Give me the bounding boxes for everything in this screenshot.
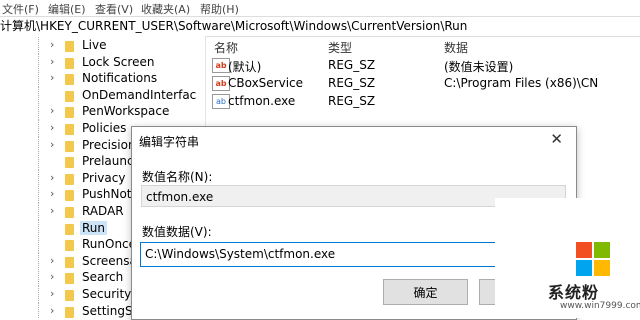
expand-chevron-icon[interactable]: › [50,121,54,134]
value-name: CBoxService [228,76,304,90]
tree-guide-line [38,153,40,171]
expand-chevron-icon[interactable]: › [50,171,54,184]
tree-guide-line [38,120,40,137]
tree-guide-line [38,302,40,318]
folder-icon [65,157,74,169]
tree-guide-line [38,203,40,220]
expand-chevron-icon[interactable]: › [50,270,54,283]
tree-guide-line [38,37,40,54]
menu-bar: 文件(F) 编辑(E) 查看(V) 收藏夹(A) 帮助(H) [0,0,640,17]
tree-item-label: PenWorkspace [82,104,170,119]
tree-guide-line [38,252,40,270]
tree-item-label: Policies [82,121,127,135]
tree-guide-line [38,286,40,303]
folder-icon [65,90,74,102]
tree-item-label: Lock Screen [82,54,155,69]
tree-guide-line [38,236,40,254]
expand-chevron-icon[interactable]: › [50,287,54,300]
expand-chevron-icon[interactable]: › [50,138,54,151]
watermark-brand: 系统粉 [548,283,600,302]
tree-item[interactable]: › PenWorkspace [0,103,205,121]
tree-guide-line [38,103,40,121]
tree-item-label: PushNot [82,187,132,202]
folder-icon [65,207,74,218]
tree-item-label: Precision [82,137,136,152]
expand-chevron-icon[interactable]: › [50,55,54,68]
folder-icon [65,306,74,318]
tree-item-label: Screensa [82,253,137,268]
expand-chevron-icon[interactable]: › [50,304,54,317]
menu-edit[interactable]: 编辑(E) [48,1,86,17]
tree-item-label: Search [82,270,124,285]
expand-chevron-icon[interactable]: › [50,204,54,217]
tree-item[interactable]: › Live [0,37,205,54]
tree-item[interactable]: › Notifications [0,70,205,88]
tree-item-label: Privacy [82,170,126,185]
expand-chevron-icon[interactable]: › [50,254,54,267]
tree-item[interactable]: › Lock Screen [0,53,205,71]
tree-item-label: Live [82,38,107,52]
value-type: REG_SZ [328,94,376,108]
value-row[interactable]: ab CBoxService REG_SZ C:\Program Files (… [206,74,640,92]
tree-guide-line [38,136,40,154]
tree-item-label: RunOnce [82,237,137,252]
tree-guide-line [38,86,40,104]
expand-chevron-icon[interactable]: › [50,71,54,84]
folder-icon [65,124,74,135]
tree-item[interactable]: OnDemandInterfac [0,86,205,104]
folder-icon [65,57,74,69]
tree-item-label: Run [80,220,108,235]
tree-item-label: Security [82,287,132,301]
tree-item-label: Notifications [82,71,158,86]
folder-icon [65,173,74,185]
value-name: (默认) [228,60,262,74]
column-header-data[interactable]: 数据 [444,39,468,56]
folder-icon [65,290,74,301]
menu-favorites[interactable]: 收藏夹(A) [141,1,190,17]
value-data: C:\Program Files (x86)\CN [444,76,599,90]
ok-button[interactable]: 确定 [383,279,468,305]
folder-icon [65,41,74,52]
value-type: REG_SZ [328,76,376,90]
folder-icon [65,223,74,235]
expand-chevron-icon[interactable]: › [50,104,54,117]
watermark-url: www.win7999.com [560,301,640,311]
column-header-type[interactable]: 类型 [328,39,352,56]
value-name: ctfmon.exe [228,94,296,108]
windows-logo-icon [576,242,610,276]
value-data: (数值未设置) [444,60,514,74]
tree-guide-line [38,269,40,287]
menu-help[interactable]: 帮助(H) [200,1,239,17]
value-row[interactable]: ab ctfmon.exe REG_SZ [206,92,640,110]
menu-file[interactable]: 文件(F) [2,1,39,17]
value-type: REG_SZ [328,58,376,72]
dialog-title: 编辑字符串 [139,135,200,149]
column-header-name[interactable]: 名称 [214,39,238,56]
menu-view[interactable]: 查看(V) [95,1,133,17]
folder-icon [65,240,74,252]
expand-chevron-icon[interactable]: › [50,38,54,51]
folder-icon [65,256,74,268]
tree-item-label: RADAR [82,204,124,218]
folder-icon [65,273,74,285]
expand-chevron-icon[interactable]: › [50,187,54,200]
tree-guide-line [38,70,40,88]
tree-guide-line [38,186,40,204]
tree-item-label: OnDemandInterfac [82,87,197,102]
address-bar[interactable]: 计算机\HKEY_CURRENT_USER\Software\Microsoft… [0,16,640,37]
tree-item-label: Prelaunc [82,154,134,169]
folder-icon [65,107,74,119]
value-data-label: 数值数据(V): [142,225,212,239]
tree-guide-line [38,169,40,187]
tree-guide-line [38,53,40,71]
value-name-label: 数值名称(N): [142,170,213,184]
folder-icon [65,140,74,152]
value-row[interactable]: ab (默认) REG_SZ (数值未设置) [206,56,640,74]
close-icon[interactable]: ✕ [550,130,563,148]
folder-icon [65,190,74,202]
folder-icon [65,74,74,86]
tree-guide-line [38,219,40,237]
